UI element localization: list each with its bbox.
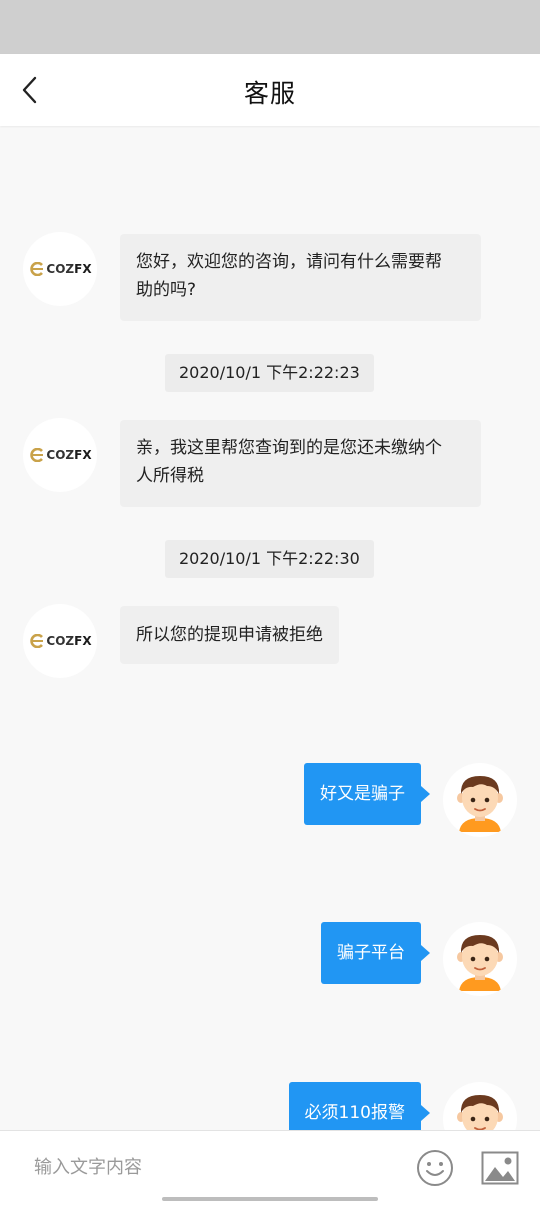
logo-text-fx: FX [74, 262, 92, 276]
page-title: 客服 [243, 79, 296, 108]
image-icon [481, 1151, 519, 1185]
logo-text-coz: COZ [46, 262, 75, 276]
agent-message: 您好，欢迎您的咨询，请问有什么需要帮 助的吗? [120, 234, 481, 321]
user-message: 必须110报警 [288, 1082, 431, 1130]
boy-avatar-icon [457, 1095, 503, 1130]
input-bar [0, 1130, 540, 1205]
message-timestamp: 2020/10/1 下午2:22:30 [165, 540, 374, 578]
cozfx-logo: COZ FX [28, 262, 92, 276]
agent-message: 所以您的提现申请被拒绝 [120, 606, 339, 664]
agent-message: 亲，我这里帮您查询到的是您还未缴纳个 人所得税 [120, 420, 481, 507]
cozfx-logo-mark [30, 634, 44, 648]
image-button[interactable] [481, 1151, 519, 1185]
cozfx-logo: COZ FX [28, 448, 92, 462]
agent-avatar[interactable]: COZ FX [23, 604, 97, 678]
logo-text-coz: COZ [46, 634, 75, 648]
agent-avatar[interactable]: COZ FX [23, 418, 97, 492]
emoji-button[interactable] [416, 1149, 454, 1187]
cozfx-logo-mark [30, 448, 44, 462]
logo-text-coz: COZ [46, 448, 75, 462]
message-text-line: 人所得税 [136, 466, 204, 486]
nav-bar: 客服 [0, 54, 540, 126]
boy-avatar-icon [457, 935, 503, 991]
home-indicator [162, 1197, 378, 1201]
user-message: 好又是骗子 [304, 763, 430, 825]
logo-text-fx: FX [74, 634, 92, 648]
message-text-line: 您好，欢迎您的咨询，请问有什么需要帮 [136, 252, 442, 272]
message-text-line: 亲，我这里帮您查询到的是您还未缴纳个 [136, 438, 442, 458]
cozfx-logo-mark [30, 262, 44, 276]
status-bar [0, 0, 540, 54]
message-input[interactable] [34, 1145, 394, 1189]
cozfx-logo: COZ FX [28, 634, 92, 648]
message-text-line: 助的吗? [136, 280, 197, 300]
logo-text-fx: FX [74, 448, 92, 462]
boy-avatar-icon [457, 776, 503, 832]
agent-avatar[interactable]: COZ FX [23, 232, 97, 306]
user-message: 骗子平台 [321, 922, 430, 984]
message-text-line: 所以您的提现申请被拒绝 [136, 625, 323, 645]
user-avatar[interactable] [443, 1082, 517, 1130]
chat-area[interactable]: COZ FX 您好，欢迎您的咨询，请问有什么需要帮 助的吗? 2020/10/1 … [0, 126, 540, 1130]
user-avatar[interactable] [443, 922, 517, 996]
message-timestamp: 2020/10/1 下午2:22:23 [165, 354, 374, 392]
smiley-icon [417, 1150, 453, 1186]
user-avatar[interactable] [443, 763, 517, 837]
